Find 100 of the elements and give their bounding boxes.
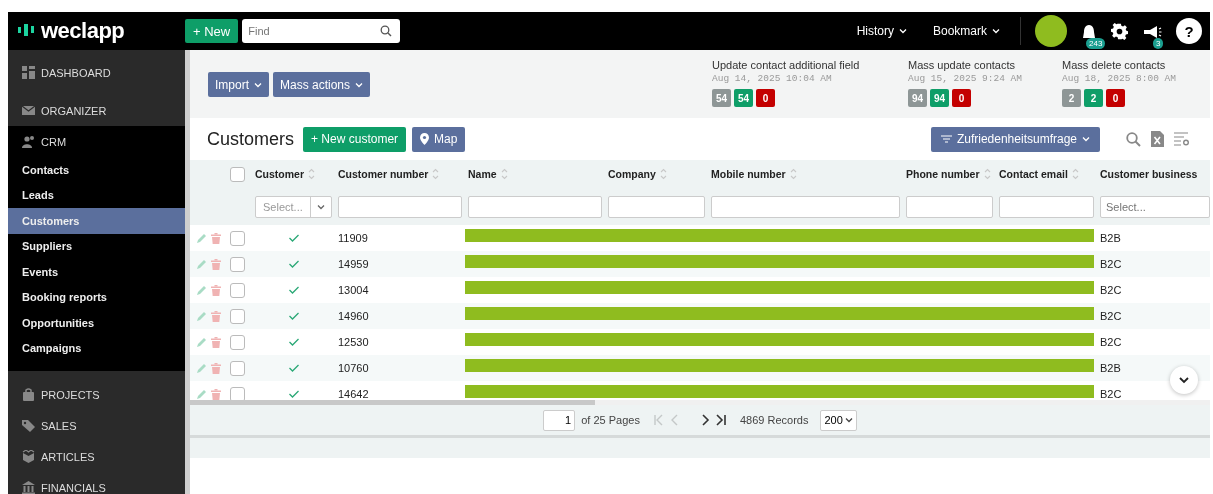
trash-icon[interactable] bbox=[211, 336, 221, 348]
failed-count-badge: 0 bbox=[952, 89, 971, 107]
user-avatar[interactable] bbox=[1035, 15, 1067, 47]
sidebar-item[interactable]: Opportunities bbox=[8, 310, 185, 336]
bell-icon[interactable] bbox=[1081, 24, 1097, 38]
page-size-select[interactable]: 200 bbox=[820, 409, 857, 431]
row-checkbox[interactable] bbox=[230, 230, 245, 246]
table-cell-text: 11909 bbox=[337, 232, 369, 244]
filter-field[interactable] bbox=[999, 195, 1094, 218]
sidebar-item[interactable]: Campaigns bbox=[8, 335, 185, 361]
filter-button[interactable]: Zufriedenheitsumfrage bbox=[930, 126, 1100, 152]
trash-icon[interactable] bbox=[211, 362, 221, 374]
sidebar-section[interactable]: CRM bbox=[8, 126, 185, 157]
scroll-down-button[interactable] bbox=[1170, 366, 1198, 394]
filter-field[interactable] bbox=[711, 195, 900, 218]
table-cell-text: 12530 bbox=[337, 336, 370, 348]
column-header[interactable]: Customer bbox=[255, 168, 304, 180]
chevron-down-icon bbox=[1179, 376, 1189, 384]
pencil-icon[interactable] bbox=[197, 285, 207, 295]
trash-icon[interactable] bbox=[211, 232, 221, 244]
column-header[interactable]: Mobile number bbox=[711, 168, 786, 180]
row-checkbox[interactable] bbox=[230, 334, 245, 350]
total-count-badge: 54 bbox=[712, 89, 731, 107]
job-date: Aug 15, 2025 9:24 AM bbox=[908, 73, 1024, 84]
megaphone-icon[interactable] bbox=[1142, 24, 1162, 38]
row-checkbox[interactable] bbox=[230, 360, 245, 376]
column-settings-icon[interactable] bbox=[1174, 132, 1190, 146]
filter-field[interactable] bbox=[338, 195, 462, 218]
sort-icon bbox=[1071, 168, 1079, 180]
column-header[interactable]: Company bbox=[608, 168, 656, 180]
trash-icon[interactable] bbox=[211, 388, 221, 400]
pencil-icon[interactable] bbox=[197, 363, 207, 373]
dropdown-button[interactable]: Import bbox=[208, 72, 269, 97]
first-page-icon[interactable] bbox=[653, 414, 664, 426]
search-icon[interactable] bbox=[380, 25, 393, 37]
column-header[interactable]: Name bbox=[468, 168, 497, 180]
table-cell-text: B2C bbox=[1099, 388, 1123, 400]
settings-icon[interactable] bbox=[1111, 22, 1128, 40]
column-header[interactable]: Contact email bbox=[999, 168, 1068, 180]
dashboard-icon bbox=[22, 66, 35, 79]
caret-icon bbox=[898, 28, 907, 34]
scrollbar-thumb[interactable] bbox=[190, 400, 595, 405]
search-icon[interactable] bbox=[1126, 131, 1141, 147]
column-header[interactable]: Customer number bbox=[338, 168, 429, 180]
table-cell-text: B2C bbox=[1099, 336, 1123, 348]
bag-icon bbox=[22, 388, 35, 401]
row-checkbox[interactable] bbox=[230, 308, 245, 324]
row-checkbox[interactable] bbox=[230, 256, 245, 272]
help-button[interactable]: ? bbox=[1176, 18, 1202, 44]
table-cell-text: B2C bbox=[1099, 284, 1123, 296]
trash-icon[interactable] bbox=[211, 310, 221, 322]
row-checkbox[interactable] bbox=[230, 282, 245, 298]
filter-field[interactable] bbox=[906, 195, 993, 218]
page-field[interactable]: 1 bbox=[543, 409, 576, 431]
search-field[interactable]: Find bbox=[242, 19, 401, 43]
trash-icon[interactable] bbox=[211, 284, 221, 296]
table-cell-text: 10760 bbox=[337, 362, 370, 374]
map-button[interactable]: Map bbox=[412, 126, 466, 152]
spreadsheet-icon[interactable] bbox=[1151, 131, 1164, 147]
caret-icon bbox=[844, 417, 853, 423]
pencil-icon[interactable] bbox=[197, 337, 207, 347]
pages-label: of 25 Pages bbox=[581, 414, 640, 426]
sidebar-item[interactable]: Customers bbox=[8, 208, 185, 234]
pencil-icon[interactable] bbox=[197, 233, 207, 243]
next-page-icon[interactable] bbox=[699, 414, 710, 426]
notification-badge: 243 bbox=[1086, 37, 1106, 49]
menu-link[interactable]: Bookmark bbox=[926, 23, 1006, 39]
dropdown-button[interactable]: Mass actions bbox=[273, 72, 371, 97]
sidebar-item[interactable]: Booking reports bbox=[8, 284, 185, 310]
caret-icon bbox=[317, 203, 325, 210]
success-count-badge: 94 bbox=[930, 89, 949, 107]
column-header[interactable]: Phone number bbox=[906, 168, 980, 180]
records-count: 4869 Records bbox=[739, 414, 809, 426]
filter-field[interactable]: Select... bbox=[1100, 195, 1210, 218]
sidebar-item[interactable]: Events bbox=[8, 259, 185, 285]
last-page-icon[interactable] bbox=[715, 414, 726, 426]
job-title: Update contact additional field bbox=[712, 59, 861, 71]
bank-icon bbox=[22, 481, 35, 494]
table-cell-text: B2B bbox=[1099, 362, 1122, 374]
notification-badge: 3 bbox=[1153, 37, 1164, 49]
logo-icon bbox=[18, 24, 36, 38]
table-cell-text: 13004 bbox=[337, 284, 370, 296]
filter-field[interactable] bbox=[468, 195, 602, 218]
table-cell-text: B2B bbox=[1099, 232, 1122, 244]
row-checkbox[interactable] bbox=[230, 386, 245, 400]
job-date: Aug 18, 2025 8:00 AM bbox=[1062, 73, 1178, 84]
sidebar-item[interactable]: Suppliers bbox=[8, 233, 185, 259]
sidebar-item[interactable]: Contacts bbox=[8, 157, 185, 183]
pencil-icon[interactable] bbox=[197, 311, 207, 321]
previous-page-icon[interactable] bbox=[669, 414, 680, 426]
trash-icon[interactable] bbox=[211, 258, 221, 270]
job-title: Mass delete contacts bbox=[1062, 59, 1167, 71]
menu-link[interactable]: History bbox=[850, 23, 913, 39]
column-header[interactable]: Customer business bbox=[1100, 168, 1198, 180]
select-all-checkbox[interactable] bbox=[230, 166, 245, 182]
box-icon bbox=[22, 450, 35, 463]
filter-field[interactable] bbox=[608, 195, 705, 218]
pencil-icon[interactable] bbox=[197, 259, 207, 269]
sidebar-item[interactable]: Leads bbox=[8, 182, 185, 208]
filter-icon bbox=[940, 135, 952, 143]
